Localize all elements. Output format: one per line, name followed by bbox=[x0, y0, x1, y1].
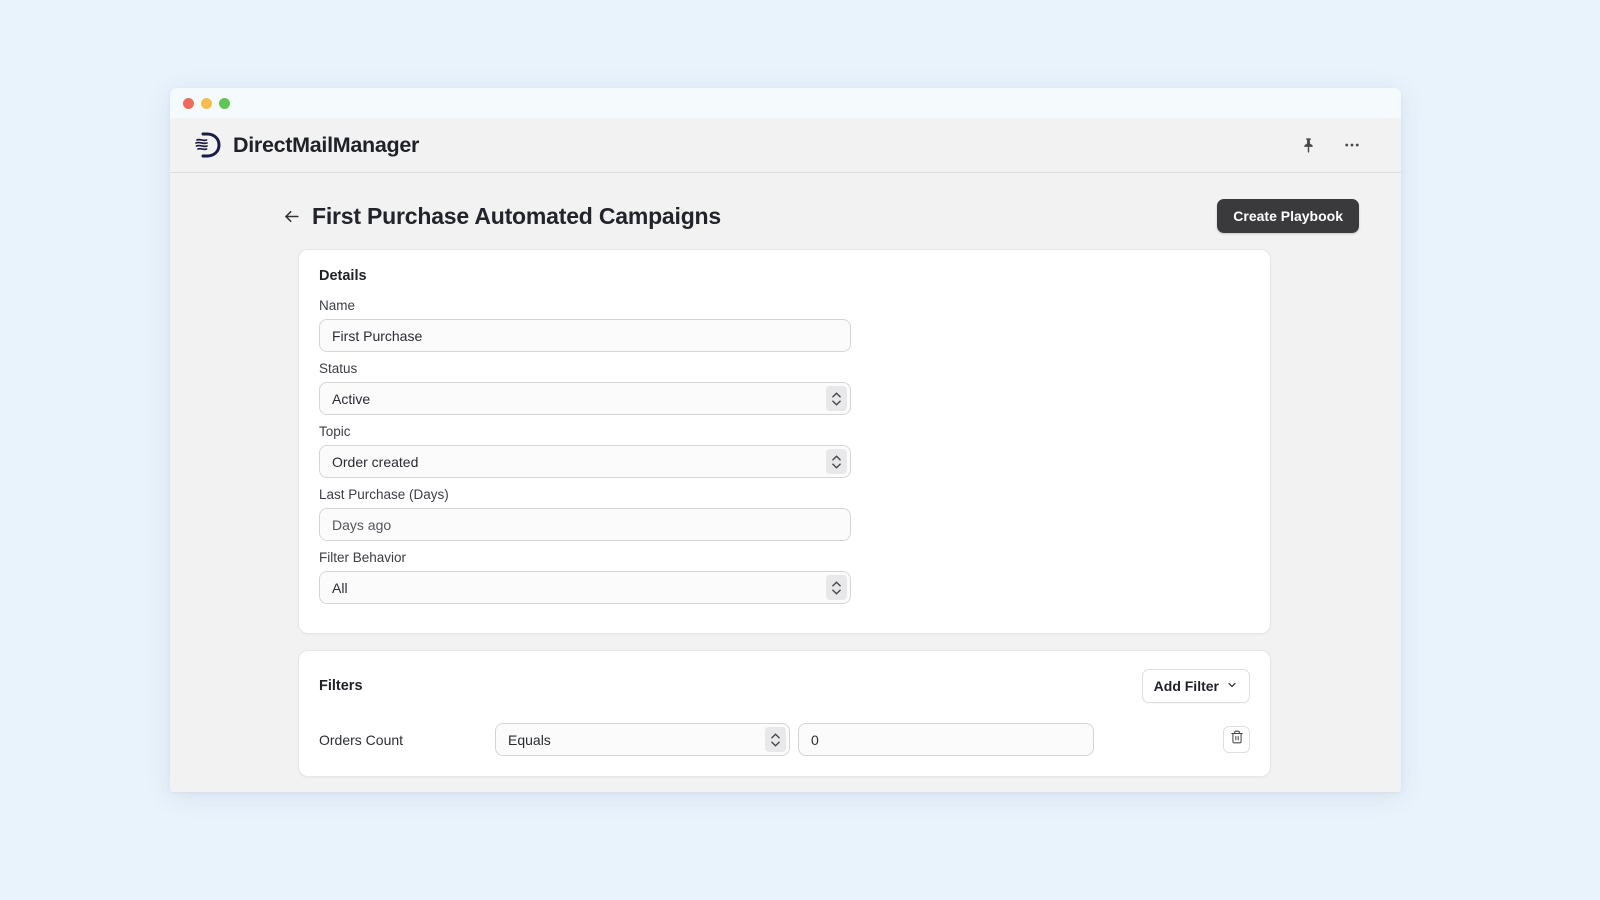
topic-stepper-icon[interactable] bbox=[826, 449, 847, 474]
field-last-purchase-days: Last Purchase (Days) Days ago bbox=[319, 487, 1250, 541]
field-filter-behavior: Filter Behavior All bbox=[319, 550, 1250, 604]
filter-operator-select[interactable]: Equals bbox=[495, 723, 790, 756]
trash-icon bbox=[1230, 730, 1244, 749]
brand[interactable]: DirectMailManager bbox=[192, 128, 419, 162]
topic-select[interactable]: Order created bbox=[319, 445, 851, 478]
browser-window: DirectMailManager First Purchase Automat… bbox=[170, 88, 1401, 792]
field-status-label: Status bbox=[319, 361, 358, 376]
field-name-label: Name bbox=[319, 298, 356, 313]
field-topic-label: Topic bbox=[319, 424, 351, 439]
filter-row-label: Orders Count bbox=[319, 731, 404, 748]
page-header: First Purchase Automated Campaigns Creat… bbox=[170, 173, 1401, 233]
pin-icon[interactable] bbox=[1297, 134, 1319, 156]
more-horizontal-icon[interactable] bbox=[1341, 134, 1363, 156]
status-stepper-icon[interactable] bbox=[826, 386, 847, 411]
field-filter-behavior-label: Filter Behavior bbox=[319, 550, 407, 565]
filter-behavior-control: All bbox=[319, 571, 851, 604]
header-actions bbox=[1297, 134, 1363, 156]
last-purchase-days-input[interactable]: Days ago bbox=[319, 508, 851, 541]
window-titlebar bbox=[170, 88, 1401, 118]
back-button[interactable] bbox=[280, 205, 302, 227]
cards-container: Details Name First Purchase Status Activ… bbox=[170, 233, 1401, 777]
field-topic: Topic Order created bbox=[319, 424, 1250, 478]
delete-filter-button[interactable] bbox=[1223, 726, 1250, 753]
status-control: Active bbox=[319, 382, 851, 415]
filters-card: Filters Add Filter Orders Count Equals 0 bbox=[298, 650, 1271, 777]
window-minimize-button[interactable] bbox=[201, 97, 212, 109]
topic-control: Order created bbox=[319, 445, 851, 478]
window-close-button[interactable] bbox=[183, 97, 194, 109]
status-select[interactable]: Active bbox=[319, 382, 851, 415]
field-last-purchase-days-label: Last Purchase (Days) bbox=[319, 487, 449, 502]
details-card: Details Name First Purchase Status Activ… bbox=[298, 249, 1271, 634]
chevron-down-icon bbox=[1226, 678, 1238, 694]
filter-behavior-select[interactable]: All bbox=[319, 571, 851, 604]
details-card-title: Details bbox=[319, 268, 367, 284]
filters-card-header: Filters Add Filter bbox=[319, 669, 1250, 703]
filter-operator-stepper-icon[interactable] bbox=[765, 727, 786, 752]
directmailmanager-logo-icon bbox=[192, 128, 226, 162]
filters-card-title: Filters bbox=[319, 678, 363, 694]
brand-name: DirectMailManager bbox=[233, 132, 420, 157]
field-name: Name First Purchase bbox=[319, 298, 1250, 352]
app-header: DirectMailManager bbox=[170, 118, 1401, 173]
filter-row: Orders Count Equals 0 bbox=[319, 723, 1250, 756]
field-status: Status Active bbox=[319, 361, 1250, 415]
filter-value-control: 0 bbox=[798, 723, 1094, 756]
add-filter-button[interactable]: Add Filter bbox=[1141, 669, 1250, 703]
add-filter-label: Add Filter bbox=[1153, 678, 1219, 694]
last-purchase-days-control: Days ago bbox=[319, 508, 851, 541]
create-playbook-button[interactable]: Create Playbook bbox=[1217, 199, 1359, 233]
window-maximize-button[interactable] bbox=[219, 97, 230, 109]
name-control: First Purchase bbox=[319, 319, 851, 352]
filter-operator-control: Equals bbox=[495, 723, 790, 756]
name-input[interactable]: First Purchase bbox=[319, 319, 851, 352]
page-content: First Purchase Automated Campaigns Creat… bbox=[170, 173, 1401, 792]
filter-behavior-stepper-icon[interactable] bbox=[826, 575, 847, 600]
filter-value-input[interactable]: 0 bbox=[798, 723, 1094, 756]
page-title: First Purchase Automated Campaigns bbox=[312, 202, 721, 229]
